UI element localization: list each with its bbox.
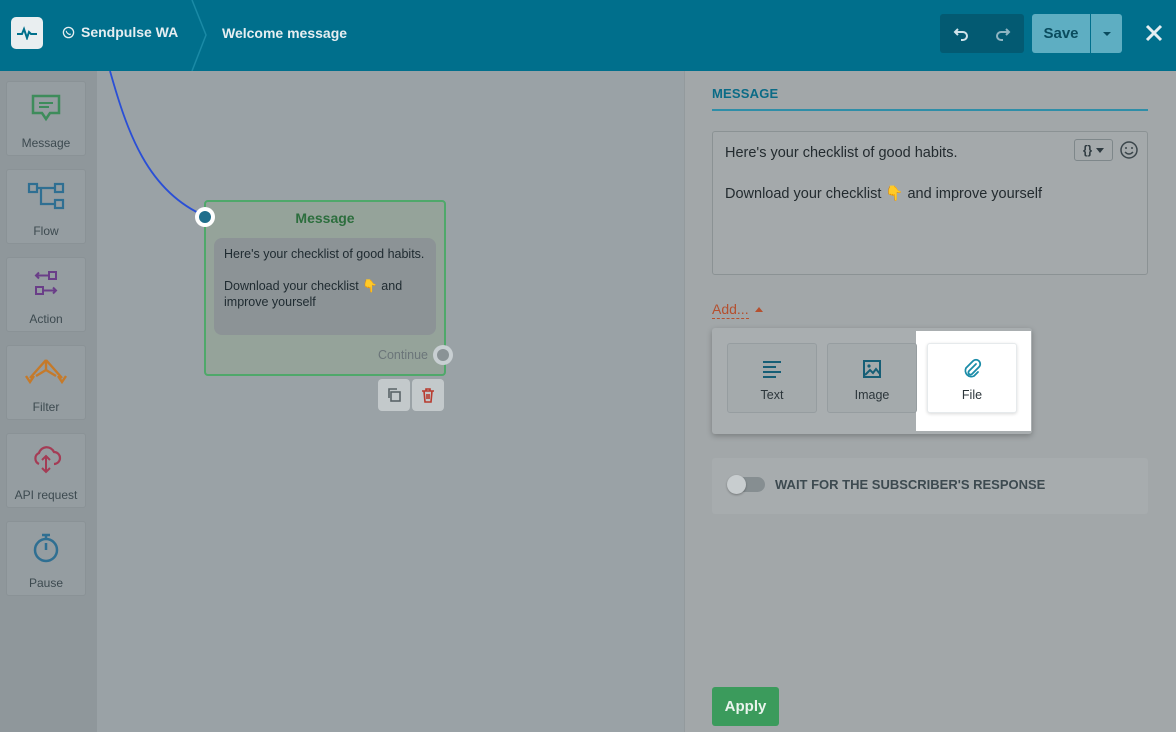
option-label: Text bbox=[760, 388, 784, 402]
sidebar-item-flow[interactable]: Flow bbox=[6, 169, 86, 244]
action-icon bbox=[31, 268, 61, 300]
page-title: Welcome message bbox=[222, 25, 348, 41]
chevron-down-icon bbox=[1102, 31, 1111, 36]
add-image-option[interactable]: Image bbox=[827, 343, 917, 413]
redo-button[interactable] bbox=[982, 14, 1024, 53]
chevron-down-icon bbox=[1096, 147, 1105, 153]
paperclip-icon bbox=[962, 358, 982, 380]
sidebar-item-label: Filter bbox=[32, 400, 60, 414]
sidebar-item-api-request[interactable]: API request bbox=[6, 433, 86, 508]
image-icon bbox=[862, 358, 882, 380]
insert-variable-button[interactable]: {} bbox=[1074, 139, 1113, 161]
api-request-icon bbox=[30, 444, 62, 476]
caret-up-icon bbox=[755, 307, 763, 312]
sidebar-item-label: Flow bbox=[33, 224, 59, 238]
option-label: Image bbox=[854, 388, 890, 402]
text-lines-icon bbox=[762, 358, 782, 380]
option-label: File bbox=[961, 388, 983, 402]
sidebar-item-label: API request bbox=[14, 488, 78, 502]
trash-icon bbox=[422, 388, 434, 403]
breadcrumb-separator bbox=[191, 0, 207, 71]
filter-icon bbox=[24, 356, 68, 388]
node-message-preview: Here's your checklist of good habits. Do… bbox=[214, 238, 436, 335]
save-button[interactable]: Save bbox=[1032, 14, 1090, 53]
sidebar-item-label: Action bbox=[29, 312, 63, 326]
save-options-button[interactable] bbox=[1091, 14, 1122, 53]
close-icon bbox=[1145, 24, 1163, 42]
message-icon bbox=[30, 92, 62, 124]
flow-icon bbox=[27, 180, 65, 212]
sidebar-item-label: Message bbox=[21, 136, 71, 150]
logo-icon[interactable] bbox=[11, 17, 43, 49]
node-output-port[interactable] bbox=[433, 345, 453, 365]
node-title: Message bbox=[295, 210, 355, 226]
tab-underline bbox=[712, 109, 1148, 111]
apply-button[interactable]: Apply bbox=[712, 687, 779, 726]
bot-name: Sendpulse WA bbox=[81, 24, 179, 40]
wait-response-label: WAIT FOR THE SUBSCRIBER'S RESPONSE bbox=[775, 477, 1046, 492]
variable-icon: {} bbox=[1082, 143, 1093, 157]
add-file-option[interactable]: File bbox=[927, 343, 1017, 413]
sidebar-item-action[interactable]: Action bbox=[6, 257, 86, 332]
node-text-line2: Download your checklist 👇 and improve yo… bbox=[224, 279, 403, 309]
pause-icon bbox=[31, 532, 61, 564]
sidebar-item-pause[interactable]: Pause bbox=[6, 521, 86, 596]
close-button[interactable] bbox=[1140, 18, 1168, 48]
add-content-link[interactable]: Add... bbox=[712, 300, 749, 319]
emoji-icon[interactable] bbox=[1119, 140, 1139, 160]
undo-icon bbox=[953, 27, 968, 41]
whatsapp-icon bbox=[62, 26, 75, 38]
message-node[interactable]: Message Here's your checklist of good ha… bbox=[204, 200, 446, 376]
duplicate-node-button[interactable] bbox=[378, 379, 410, 411]
sidebar-item-filter[interactable]: Filter bbox=[6, 345, 86, 420]
node-input-port[interactable] bbox=[195, 207, 215, 227]
copy-icon bbox=[388, 388, 401, 402]
node-text-line1: Here's your checklist of good habits. bbox=[224, 247, 425, 261]
toggle-knob[interactable] bbox=[727, 475, 746, 494]
message-line2: Download your checklist 👇 and improve yo… bbox=[725, 186, 1043, 202]
sidebar-item-label: Pause bbox=[28, 576, 64, 590]
add-text-option[interactable]: Text bbox=[727, 343, 817, 413]
node-continue-label: Continue bbox=[377, 348, 428, 362]
undo-button[interactable] bbox=[940, 14, 982, 53]
breadcrumb-bot[interactable]: Sendpulse WA bbox=[62, 24, 178, 40]
sidebar-item-message[interactable]: Message bbox=[6, 81, 86, 156]
tab-message[interactable]: MESSAGE bbox=[712, 86, 778, 101]
redo-icon bbox=[996, 27, 1011, 41]
history-controls bbox=[940, 14, 1024, 53]
delete-node-button[interactable] bbox=[412, 379, 444, 411]
